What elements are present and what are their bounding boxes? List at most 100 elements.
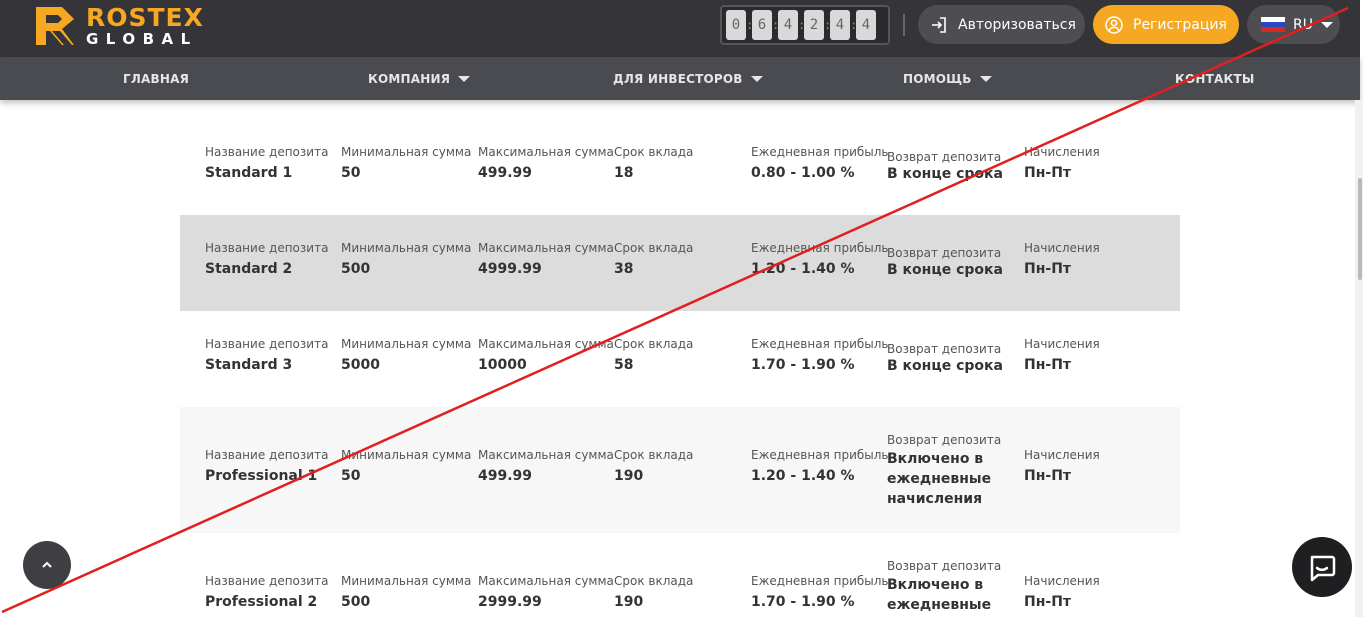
nav-item-investors[interactable]: ДЛЯ ИНВЕСТОРОВ [613, 57, 763, 100]
max-amount: 4999.99 [478, 261, 542, 277]
max-amount-label: Максимальная сумма [478, 145, 614, 159]
counter-digit: 4 [778, 10, 798, 40]
scroll-to-top-button[interactable] [23, 541, 71, 589]
term-label: Срок вклада [614, 337, 694, 351]
term-label: Срок вклада [614, 448, 694, 462]
term-label: Срок вклада [614, 574, 694, 588]
daily-profit: 0.80 - 1.00 % [751, 165, 855, 181]
daily-profit-label: Ежедневная прибыль [751, 337, 889, 351]
plan-name: Professional 2 [205, 594, 318, 610]
plan-name: Standard 2 [205, 261, 293, 277]
plan-row-professional-1: Название депозита Professional 1 Минималь… [180, 407, 1180, 533]
term: 58 [614, 357, 634, 373]
daily-profit-label: Ежедневная прибыль [751, 241, 889, 255]
language-selector[interactable]: RU [1247, 5, 1340, 44]
chevron-down-icon [1320, 21, 1333, 28]
main-nav: ГЛАВНАЯ КОМПАНИЯ ДЛЯ ИНВЕСТОРОВ ПОМОЩЬ К… [0, 57, 1360, 100]
accrual-label: Начисления [1024, 448, 1100, 462]
chat-bubble-icon [1310, 555, 1336, 582]
plan-row-professional-2: Название депозита Professional 2 Минималь… [180, 533, 1180, 617]
scrollbar-thumb[interactable] [1358, 178, 1362, 280]
register-button[interactable]: Регистрация [1093, 5, 1239, 44]
deposit-return-label: Возврат депозита [887, 150, 1002, 164]
min-amount-label: Минимальная сумма [341, 145, 472, 159]
accrual: Пн-Пт [1024, 594, 1072, 610]
language-label: RU [1293, 16, 1313, 33]
daily-profit-label: Ежедневная прибыль [751, 448, 889, 462]
min-amount: 50 [341, 468, 361, 484]
chevron-down-icon [750, 75, 763, 82]
nav-item-home[interactable]: ГЛАВНАЯ [123, 57, 189, 100]
nav-label: ДЛЯ ИНВЕСТОРОВ [613, 71, 743, 86]
top-header: ROSTEX GLOBAL 0 : 6 : 4 : 2 : 4 : 4 Авто… [0, 0, 1360, 57]
plan-name-label: Название депозита [205, 448, 329, 462]
term: 18 [614, 165, 634, 181]
plan-name-label: Название депозита [205, 145, 329, 159]
header-divider [903, 14, 905, 36]
accrual-label: Начисления [1024, 145, 1100, 159]
term: 38 [614, 261, 634, 277]
logo-mark-icon [36, 7, 74, 45]
plan-name-label: Название депозита [205, 337, 329, 351]
chevron-up-icon [42, 561, 52, 568]
plan-name: Standard 3 [205, 357, 293, 373]
daily-profit-label: Ежедневная прибыль [751, 145, 889, 159]
max-amount-label: Максимальная сумма [478, 448, 614, 462]
min-amount-label: Минимальная сумма [341, 337, 472, 351]
site-logo[interactable]: ROSTEX GLOBAL [32, 3, 204, 49]
chat-button[interactable] [1292, 537, 1352, 597]
login-label: Авторизоваться [958, 16, 1076, 33]
min-amount: 50 [341, 165, 361, 181]
plan-row-standard-3: Название депозита Standard 3 Минимальная … [180, 311, 1180, 407]
nav-item-company[interactable]: КОМПАНИЯ [368, 57, 471, 100]
daily-profit: 1.20 - 1.40 % [751, 261, 855, 277]
min-amount-label: Минимальная сумма [341, 574, 472, 588]
accrual: Пн-Пт [1024, 261, 1072, 277]
accrual: Пн-Пт [1024, 357, 1072, 373]
visitor-counter: 0 : 6 : 4 : 2 : 4 : 4 [720, 5, 890, 45]
nav-item-help[interactable]: ПОМОЩЬ [903, 57, 992, 100]
nav-label: ГЛАВНАЯ [123, 71, 190, 86]
max-amount: 499.99 [478, 165, 533, 181]
max-amount: 499.99 [478, 468, 533, 484]
chevron-down-icon [458, 75, 471, 82]
term-label: Срок вклада [614, 145, 694, 159]
counter-digit: 4 [856, 10, 876, 40]
max-amount: 2999.99 [478, 594, 542, 610]
plan-name: Professional 1 [205, 468, 318, 484]
nav-label: ПОМОЩЬ [903, 71, 972, 86]
deposit-return: В конце срока [887, 358, 1003, 374]
max-amount-label: Максимальная сумма [478, 241, 614, 255]
accrual-label: Начисления [1024, 574, 1100, 588]
deposit-return-label: Возврат депозита [887, 559, 1002, 573]
logo-name: ROSTEX [86, 3, 204, 32]
min-amount-label: Минимальная сумма [341, 448, 472, 462]
russia-flag-icon [1261, 16, 1285, 33]
counter-digit: 6 [752, 10, 772, 40]
deposit-return-label: Возврат депозита [887, 342, 1002, 356]
counter-digit: 0 [726, 10, 746, 40]
deposit-return-label: Возврат депозита [887, 433, 1002, 447]
term: 190 [614, 594, 644, 610]
nav-item-contacts[interactable]: КОНТАКТЫ [1175, 57, 1255, 100]
nav-label: КОНТАКТЫ [1175, 71, 1255, 86]
daily-profit: 1.70 - 1.90 % [751, 357, 855, 373]
deposit-return: Включено в ежедневные [887, 577, 992, 613]
plan-row-standard-1: Название депозита Standard 1 Минимальная … [180, 119, 1180, 215]
plan-name-label: Название депозита [205, 241, 329, 255]
deposit-return: В конце срока [887, 166, 1003, 182]
min-amount-label: Минимальная сумма [341, 241, 472, 255]
max-amount-label: Максимальная сумма [478, 574, 614, 588]
min-amount: 500 [341, 261, 371, 277]
logo-subtitle: GLOBAL [86, 30, 198, 48]
chevron-down-icon [979, 75, 992, 82]
counter-digit: 2 [804, 10, 824, 40]
max-amount-label: Максимальная сумма [478, 337, 614, 351]
plan-row-standard-2[interactable]: Название депозита Standard 2 Минимальная … [180, 215, 1180, 311]
login-button[interactable]: Авторизоваться [918, 5, 1085, 44]
term: 190 [614, 468, 644, 484]
deposit-return-label: Возврат депозита [887, 246, 1002, 260]
register-label: Регистрация [1133, 16, 1227, 33]
login-icon [932, 16, 946, 33]
accrual: Пн-Пт [1024, 165, 1072, 181]
